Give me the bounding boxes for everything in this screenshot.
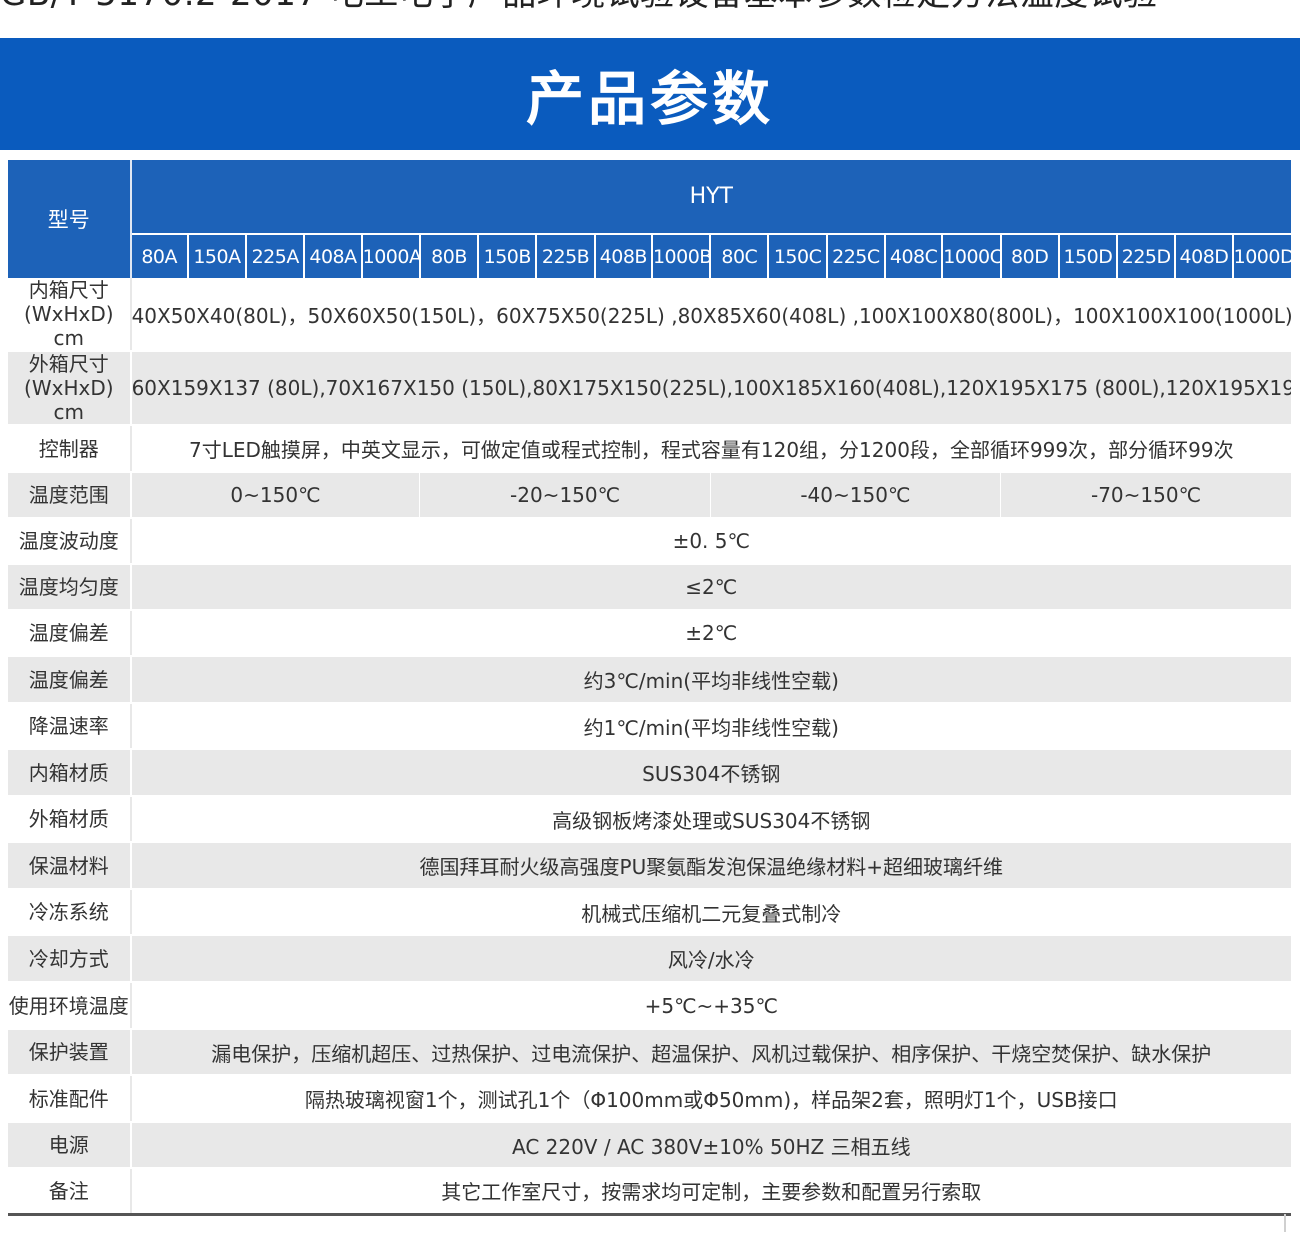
row-label: 外箱材质 xyxy=(8,796,132,843)
spec-row: 温度均匀度 ≤2℃ xyxy=(8,564,1291,611)
model-cell: 150B xyxy=(477,233,537,278)
spec-row: 温度偏差 ±2℃ xyxy=(8,610,1291,657)
page-top-title: GB/T 5170.2-2017 电工电子产品环境试验设备基本参数检定方法温度试… xyxy=(0,0,1300,14)
row-label: 温度偏差 xyxy=(8,610,132,657)
model-cell: 1000C xyxy=(941,233,1001,278)
model-header-label: 型号 xyxy=(8,160,132,278)
row-value: 约1℃/min(平均非线性空载) xyxy=(130,703,1291,750)
row-label: 冷却方式 xyxy=(8,935,132,983)
spec-row: 保护装置 漏电保护，压缩机超压、过热保护、过电流保护、超温保护、风机过载保护、相序… xyxy=(8,1029,1291,1076)
row-value: 40X50X40(80L)，50X60X50(150L)，60X75X50(22… xyxy=(130,278,1291,352)
model-cell: 1000A xyxy=(360,233,420,278)
spec-row: 温度范围 0~150℃ -20~150℃ -40~150℃ -70~150℃ xyxy=(8,472,1291,519)
row-label: 保护装置 xyxy=(8,1029,132,1076)
row-value: AC 220V / AC 380V±10% 50HZ 三相五线 xyxy=(130,1122,1291,1169)
row-label: 备注 xyxy=(8,1168,132,1216)
title-banner: 产品参数 xyxy=(0,38,1300,150)
row-value: +5℃~+35℃ xyxy=(130,982,1291,1030)
row-label: 控制器 xyxy=(8,425,132,473)
range-value: 0~150℃ xyxy=(130,472,421,519)
model-cell: 80C xyxy=(709,233,769,278)
row-value: ±0. 5℃ xyxy=(130,518,1291,565)
spec-row: 保温材料 德国拜耳耐火级高强度PU聚氨酯发泡保温绝缘材料+超细玻璃纤维 xyxy=(8,842,1291,890)
row-label: 电源 xyxy=(8,1122,132,1169)
row-value: 德国拜耳耐火级高强度PU聚氨酯发泡保温绝缘材料+超细玻璃纤维 xyxy=(130,842,1291,890)
spec-row: 备注 其它工作室尺寸，按需求均可定制，主要参数和配置另行索取 xyxy=(8,1168,1291,1216)
row-label: 温度波动度 xyxy=(8,518,132,565)
range-value: -70~150℃ xyxy=(1000,472,1291,519)
row-value: 7寸LED触摸屏，中英文显示，可做定值或程式控制，程式容量有120组，分1200… xyxy=(130,425,1291,473)
spec-table: 型号 HYT 80A 150A 225A 408A 1000A 80B 150B 225B 40… xyxy=(8,160,1291,1216)
row-value: ±2℃ xyxy=(130,610,1291,657)
spec-row: 降温速率 约1℃/min(平均非线性空载) xyxy=(8,703,1291,750)
spec-row: 外箱尺寸 (WxHxD) cm 60X159X137 (80L),70X167X1… xyxy=(8,351,1291,426)
spec-row: 内箱材质 SUS304不锈钢 xyxy=(8,749,1291,797)
row-label: 标准配件 xyxy=(8,1075,132,1123)
spec-row: 控制器 7寸LED触摸屏，中英文显示，可做定值或程式控制，程式容量有120组，分1… xyxy=(8,425,1291,473)
model-cell: 80A xyxy=(130,233,188,278)
row-label: 温度范围 xyxy=(8,472,132,519)
row-label: 冷冻系统 xyxy=(8,889,132,936)
range-value: -40~150℃ xyxy=(710,472,1002,519)
model-cell: 1000B xyxy=(650,233,711,278)
model-cell: 408C xyxy=(884,233,943,278)
model-cell: 408B xyxy=(593,233,652,278)
spec-row: 冷冻系统 机械式压缩机二元复叠式制冷 xyxy=(8,889,1291,936)
row-label: 内箱材质 xyxy=(8,749,132,797)
row-value: SUS304不锈钢 xyxy=(130,749,1291,797)
model-cell: 150A xyxy=(186,233,247,278)
range-value: -20~150℃ xyxy=(419,472,711,519)
row-value: 其它工作室尺寸，按需求均可定制，主要参数和配置另行索取 xyxy=(130,1168,1291,1216)
model-cell: 80D xyxy=(999,233,1059,278)
spec-row: 温度波动度 ±0. 5℃ xyxy=(8,518,1291,565)
row-label: 温度偏差 xyxy=(8,656,132,704)
row-label: 降温速率 xyxy=(8,703,132,750)
model-cell: 408A xyxy=(303,233,362,278)
edge-mark xyxy=(1284,1214,1286,1232)
model-cell: 1000D xyxy=(1231,233,1291,278)
spec-row: 标准配件 隔热玻璃视窗1个，测试孔1个（Φ100mm或Φ50mm)，样品架2套，照… xyxy=(8,1075,1291,1123)
row-value: 60X159X137 (80L),70X167X150 (150L),80X17… xyxy=(130,351,1291,426)
row-value: 漏电保护，压缩机超压、过热保护、过电流保护、超温保护、风机过载保护、相序保护、干… xyxy=(130,1029,1291,1076)
model-row: 80A 150A 225A 408A 1000A 80B 150B 225B 408B 1000B… xyxy=(8,233,1291,278)
brand-header: HYT xyxy=(130,160,1291,234)
row-label: 使用环境温度 xyxy=(8,982,132,1030)
spec-row: 内箱尺寸 (WxHxD) cm 40X50X40(80L)，50X60X50(15… xyxy=(8,278,1291,352)
model-cell: 225A xyxy=(245,233,305,278)
row-value: ≤2℃ xyxy=(130,564,1291,611)
row-label: 温度均匀度 xyxy=(8,564,132,611)
row-value: 约3℃/min(平均非线性空载) xyxy=(130,656,1291,704)
row-value: 高级钢板烤漆处理或SUS304不锈钢 xyxy=(130,796,1291,843)
model-cell: 225C xyxy=(825,233,886,278)
row-value: 隔热玻璃视窗1个，测试孔1个（Φ100mm或Φ50mm)，样品架2套，照明灯1个… xyxy=(130,1075,1291,1123)
model-cell: 225D xyxy=(1116,233,1176,278)
row-label: 保温材料 xyxy=(8,842,132,890)
row-label: 内箱尺寸 (WxHxD) cm xyxy=(8,278,132,352)
spec-row: 冷却方式 风冷/水冷 xyxy=(8,935,1291,983)
model-cell: 225B xyxy=(535,233,595,278)
banner-title: 产品参数 xyxy=(525,65,774,133)
spec-row: 外箱材质 高级钢板烤漆处理或SUS304不锈钢 xyxy=(8,796,1291,843)
row-label: 外箱尺寸 (WxHxD) cm xyxy=(8,351,132,426)
spec-row: 电源 AC 220V / AC 380V±10% 50HZ 三相五线 xyxy=(8,1122,1291,1169)
row-value: 机械式压缩机二元复叠式制冷 xyxy=(130,889,1291,936)
model-cell: 150D xyxy=(1057,233,1118,278)
model-cell: 408D xyxy=(1174,233,1233,278)
model-cell: 150C xyxy=(767,233,827,278)
spec-row: 温度偏差 约3℃/min(平均非线性空载) xyxy=(8,656,1291,704)
row-value: 风冷/水冷 xyxy=(130,935,1291,983)
model-cell: 80B xyxy=(418,233,479,278)
spec-row: 使用环境温度 +5℃~+35℃ xyxy=(8,982,1291,1030)
